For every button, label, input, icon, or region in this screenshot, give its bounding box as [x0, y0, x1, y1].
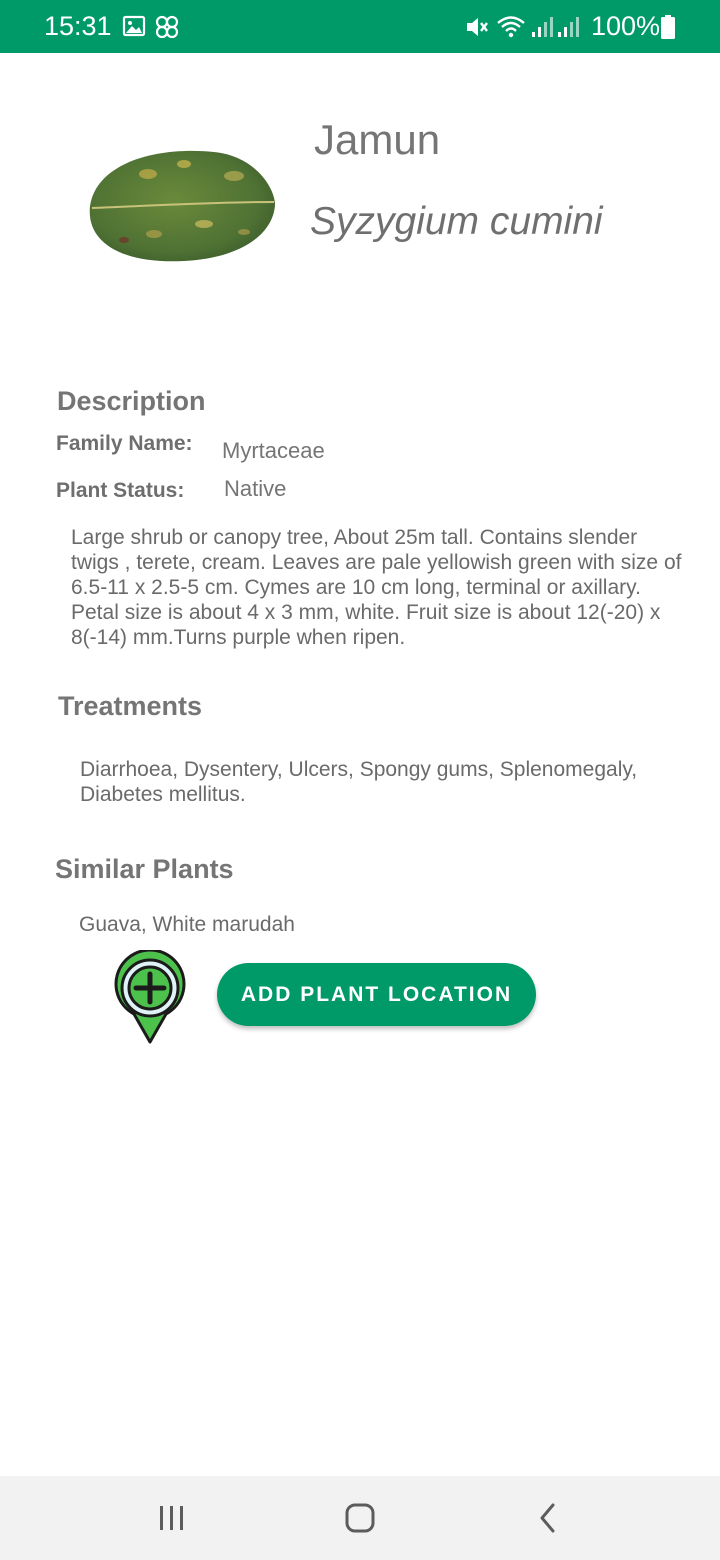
wifi-icon: [496, 14, 526, 45]
family-name-label: Family Name:: [56, 432, 193, 455]
description-heading: Description: [57, 386, 206, 416]
gallery-icon: [122, 14, 146, 43]
home-icon[interactable]: [335, 1498, 385, 1538]
battery-percent: 100%: [591, 11, 661, 41]
description-text: Large shrub or canopy tree, About 25m ta…: [71, 526, 682, 649]
plant-scientific-name: Syzygium cumini: [310, 200, 603, 243]
plant-status-value: Native: [224, 476, 287, 501]
signal-icon: [556, 14, 580, 45]
mute-icon: [464, 14, 490, 45]
family-name-value: Myrtaceae: [222, 438, 325, 463]
treatments-heading: Treatments: [58, 691, 203, 721]
recents-icon[interactable]: [147, 1498, 197, 1538]
status-bar: 15:31 100%: [0, 0, 720, 53]
plant-status-label: Plant Status:: [56, 479, 185, 502]
leaf-image: [84, 140, 280, 270]
back-icon[interactable]: [523, 1498, 573, 1538]
add-plant-location-button[interactable]: ADD PLANT LOCATION: [217, 963, 536, 1026]
battery-icon: [660, 14, 676, 45]
app-icon: [154, 14, 180, 45]
signal-icon: [530, 14, 554, 45]
add-location-pin-icon[interactable]: [108, 948, 192, 1046]
status-time: 15:31: [44, 11, 112, 41]
navigation-bar: [0, 1476, 720, 1560]
plant-common-name: Jamun: [314, 116, 441, 163]
similar-plants-text: Guava, White marudah: [79, 913, 295, 936]
treatments-text: Diarrhoea, Dysentery, Ulcers, Spongy gum…: [80, 758, 638, 806]
similar-plants-heading: Similar Plants: [55, 854, 234, 884]
